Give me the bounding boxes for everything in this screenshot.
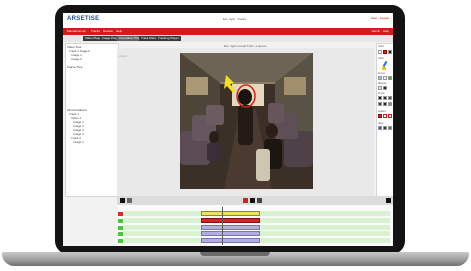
zoom-icon[interactable] xyxy=(388,96,392,100)
props-label: Props xyxy=(378,92,385,95)
train-interior-image xyxy=(180,53,313,189)
track-visibility-toggle[interactable] xyxy=(118,218,123,223)
playhead[interactable] xyxy=(222,207,223,245)
timeline-row[interactable] xyxy=(124,238,390,243)
volume-icon[interactable] xyxy=(257,198,262,203)
track-visibility-toggle[interactable] xyxy=(118,225,123,230)
pause-button[interactable] xyxy=(250,198,255,203)
tree-section-frame: Frame Tree xyxy=(67,65,83,69)
fullscreen-icon[interactable] xyxy=(383,126,387,130)
paint-brush-icon[interactable] xyxy=(381,61,389,71)
app-screen: ARSETISE Ext. rigid · Tracks User · Logo… xyxy=(63,13,393,246)
speaker-icon[interactable] xyxy=(388,50,392,54)
app-header: ARSETISE Ext. rigid · Tracks User · Logo… xyxy=(63,13,393,28)
crop-icon[interactable] xyxy=(388,102,392,106)
play-button[interactable] xyxy=(243,198,248,203)
track-visibility-toggle[interactable] xyxy=(118,231,123,236)
timeline-segment[interactable] xyxy=(201,231,260,236)
timeline-segment[interactable] xyxy=(201,218,260,223)
box-tool-icon[interactable] xyxy=(378,76,382,80)
view-label: View xyxy=(378,122,384,125)
shapes-label: Shapes xyxy=(378,82,387,85)
actions-label: Actions xyxy=(378,110,387,113)
timeline-row[interactable] xyxy=(124,211,390,216)
timeline-row[interactable] xyxy=(124,225,390,230)
line-tool-icon[interactable] xyxy=(378,86,382,90)
grid-icon[interactable] xyxy=(378,96,382,100)
tools-panel: Tools Color Annot. Shapes Props Actions … xyxy=(376,43,393,197)
delete-icon[interactable] xyxy=(378,114,382,118)
laptop-notch xyxy=(200,252,270,256)
annot-label: Annot. xyxy=(378,72,386,75)
rotate-icon[interactable] xyxy=(378,102,382,106)
menu-item-review[interactable]: Review xyxy=(103,29,113,34)
point-tool-icon[interactable] xyxy=(388,76,392,80)
timeline-segment[interactable] xyxy=(201,211,260,216)
timeline-segment[interactable] xyxy=(201,238,260,243)
project-info: Ext. rigid · Tracks xyxy=(223,17,247,21)
copy-icon[interactable] xyxy=(383,114,387,118)
settings-icon[interactable] xyxy=(388,126,392,130)
rewind-button[interactable] xyxy=(127,198,132,203)
paste-icon[interactable] xyxy=(388,114,392,118)
video-frame[interactable] xyxy=(180,53,313,189)
tab-tracking-player[interactable]: Tracking Player xyxy=(156,36,181,41)
main-menu: Manual Annot. Tracks Review Help Admin ·… xyxy=(63,28,393,35)
video-title: Ext. rigid, Crowd Train, 1 person xyxy=(224,44,267,48)
tree-item[interactable]: Image 1 xyxy=(73,140,84,144)
video-side-note: Annot. xyxy=(119,54,128,58)
color-label: Color xyxy=(378,57,384,60)
annotation-timeline xyxy=(117,205,393,246)
app-logo[interactable]: ARSETISE xyxy=(67,16,99,22)
next-button[interactable] xyxy=(386,198,391,203)
user-menu[interactable]: User · Logout xyxy=(371,16,389,20)
prev-button[interactable] xyxy=(120,198,125,203)
playback-controls xyxy=(117,196,393,205)
menu-item-manual-annot[interactable]: Manual Annot. xyxy=(67,29,86,34)
flip-icon[interactable] xyxy=(383,102,387,106)
track-visibility-toggle[interactable] xyxy=(118,238,123,243)
annotation-tree: Video Tree Track 1 Tagged Image 1 Image … xyxy=(65,43,119,197)
record-tool-icon[interactable] xyxy=(383,50,387,54)
select-tool-icon[interactable] xyxy=(378,50,382,54)
tree-item[interactable]: Image 2 xyxy=(71,57,82,61)
polygon-tool-icon[interactable] xyxy=(383,76,387,80)
menu-item-help[interactable]: Help xyxy=(116,29,122,34)
fit-view-icon[interactable] xyxy=(378,126,382,130)
timeline-row[interactable] xyxy=(124,231,390,236)
tools-label: Tools xyxy=(378,45,384,48)
menu-right[interactable]: Admin · Help xyxy=(372,29,389,34)
tab-bar: Video Player Image Player Annotation Pla… xyxy=(63,35,393,42)
track-visibility-toggle[interactable] xyxy=(118,211,123,216)
menu-item-tracks[interactable]: Tracks xyxy=(91,29,100,34)
timeline-segment[interactable] xyxy=(201,225,260,230)
fill-tool-icon[interactable] xyxy=(383,86,387,90)
layers-icon[interactable] xyxy=(383,96,387,100)
timeline-row[interactable] xyxy=(124,218,390,223)
